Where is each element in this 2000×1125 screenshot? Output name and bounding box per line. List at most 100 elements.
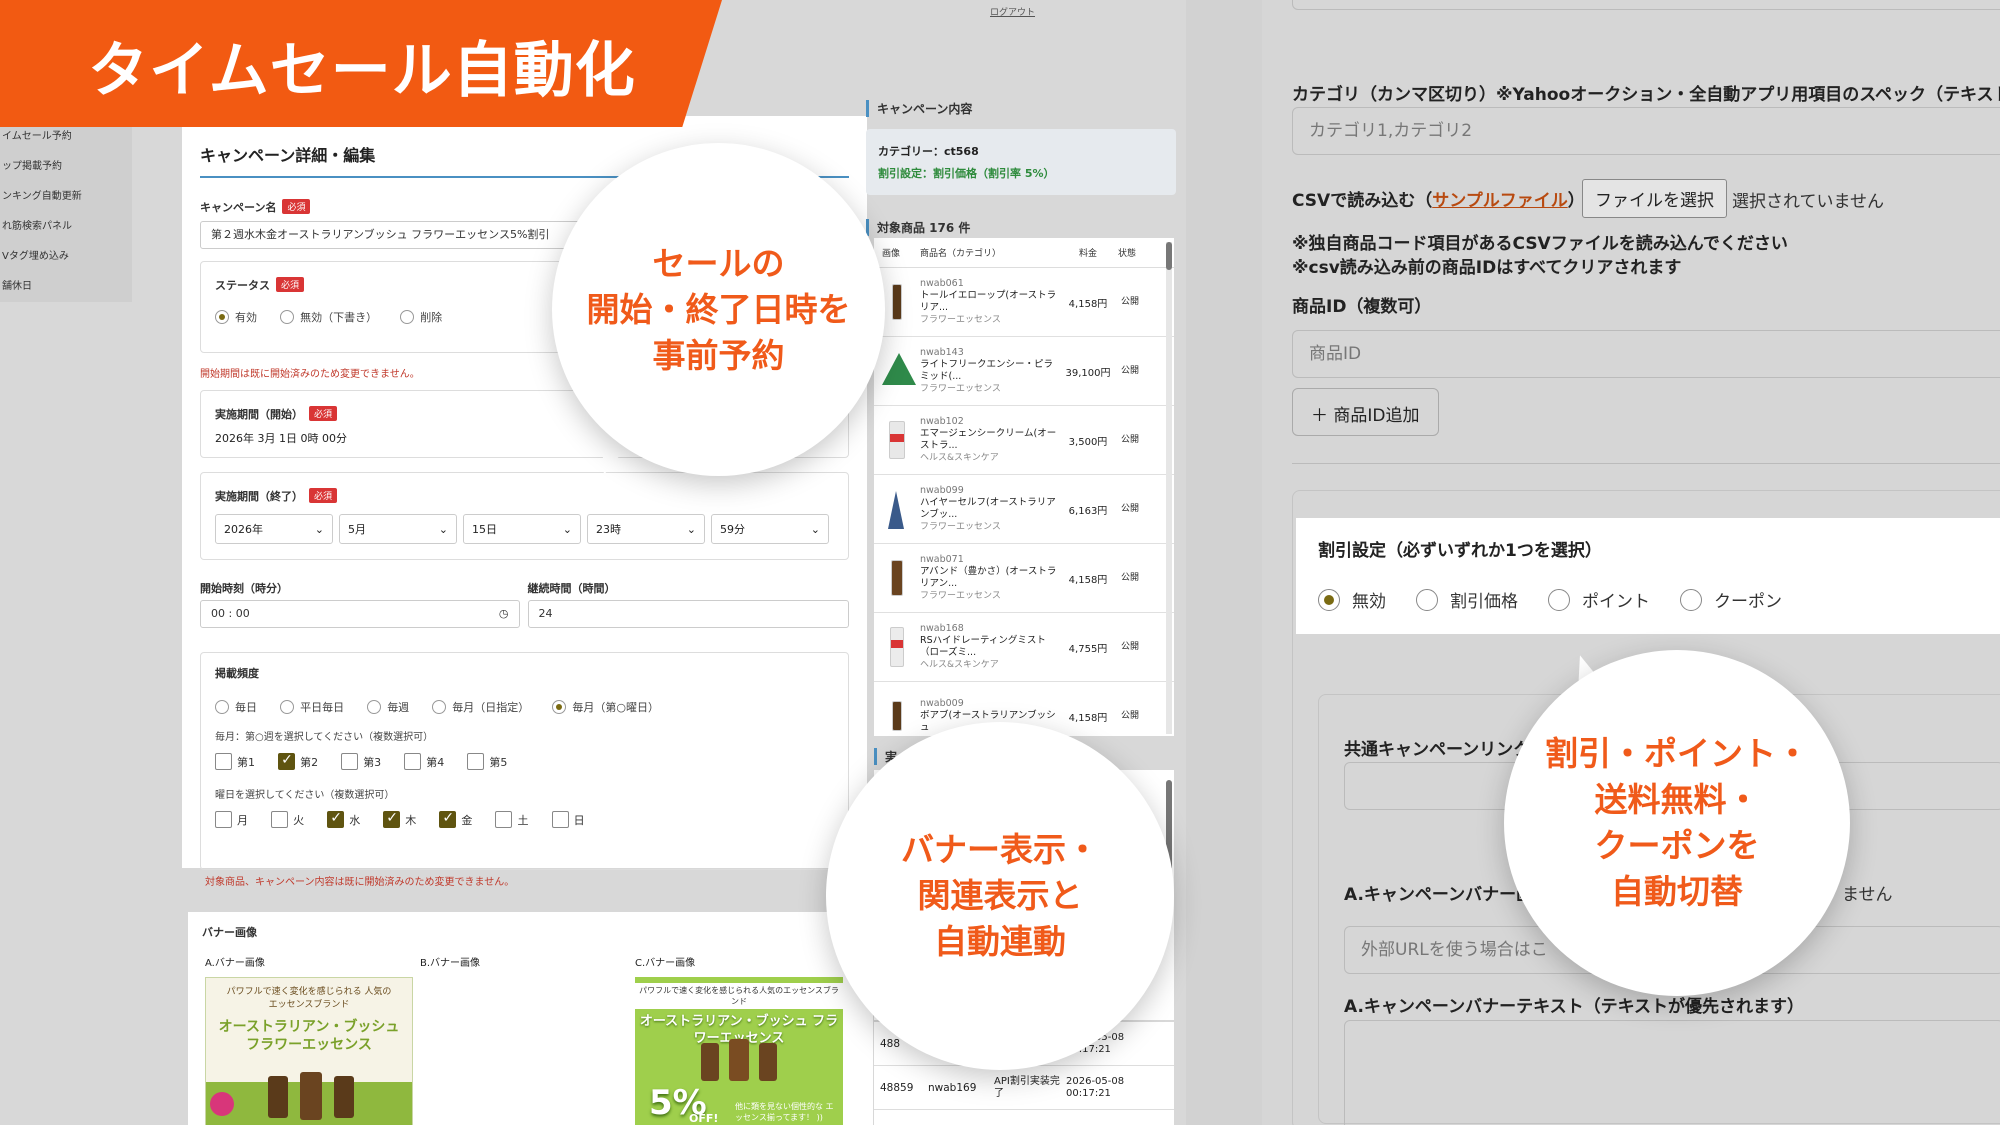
discount-radio-coupon[interactable]: クーポン [1680, 587, 1782, 612]
product-thumbnail[interactable] [874, 479, 920, 539]
day-checkbox-sun[interactable]: 日 [551, 811, 585, 828]
banner-c-name: C.バナー画像 [635, 958, 696, 969]
discount-radio-price[interactable]: 割引価格 [1416, 587, 1518, 612]
product-thumbnail[interactable] [874, 548, 920, 608]
common-link-label: 共通キャンペーンリンクU [1344, 740, 1544, 760]
radio-circle [1318, 588, 1340, 611]
callout-bubble-banner: バナー表示・ 関連表示と 自動連動 [826, 722, 1174, 1070]
bubble-line: セールの [652, 243, 785, 283]
csv-note-2: ※csv読み込み前の商品IDはすべてクリアされます [1292, 258, 1682, 278]
product-price-cell: 4,158円 [1068, 712, 1108, 724]
day-checkbox-mon[interactable]: 月 [215, 811, 248, 828]
category-input[interactable]: カテゴリ1,カテゴリ2 [1292, 107, 2000, 155]
side-nav-item[interactable]: れ筋検索パネル [0, 212, 132, 242]
freq-radio-weekly[interactable]: 毎週 [367, 699, 409, 715]
week-checkbox-1[interactable]: 第1 [215, 753, 255, 770]
banner-text-label: A.キャンペーンバナーテキスト（テキストが優先されます） [1344, 997, 1805, 1017]
day-checkbox-tue[interactable]: 火 [271, 811, 304, 828]
end-year-select[interactable]: 2026年 ⌄ [215, 514, 333, 544]
product-thumbnail[interactable] [874, 686, 920, 736]
freq-radio-monthly-weekday[interactable]: 毎月（第○曜日） [552, 699, 659, 715]
product-id-input[interactable]: 商品ID [1292, 330, 2000, 378]
side-nav-item[interactable]: 舗休日 [0, 272, 132, 302]
banner-a-title: オーストラリアン・ブッシュ フラワーエッセンス [218, 1019, 400, 1053]
start-time-input[interactable]: 00 : 00 ◷ [200, 600, 520, 628]
radio-circle [215, 310, 229, 324]
banner-a-name: A.バナー画像 [205, 958, 265, 969]
freq-radio-daily[interactable]: 毎日 [215, 699, 257, 715]
product-name-cell: nwab099 ハイヤーセルフ(オーストラリアンブッ... フラワーエッセンス [920, 485, 1056, 532]
page-title: タイムセール自動化 [88, 36, 636, 106]
product-table-header: 画像 商品名（カテゴリ） 料金 状態 [874, 238, 1174, 268]
product-price-cell: 4,755円 [1068, 643, 1108, 655]
discount-radio-none[interactable]: 無効 [1318, 587, 1386, 612]
end-month-select[interactable]: 5月 ⌄ [339, 514, 457, 544]
side-nav: イムセール予約 ップ掲載予約 ンキング自動更新 れ筋検索パネル Vタグ埋め込み … [0, 122, 132, 302]
week-checkbox-4[interactable]: 第4 [404, 753, 444, 770]
radio-circle [280, 700, 295, 714]
day-checkbox-sat[interactable]: 土 [495, 811, 528, 828]
history-status: API割引実装完了 [994, 1075, 1060, 1099]
product-thumbnail[interactable] [874, 410, 920, 470]
duration-input[interactable]: 24 [527, 600, 849, 628]
product-status-cell: 公開 [1120, 296, 1139, 307]
week-checkbox-3[interactable]: 第3 [341, 753, 381, 770]
product-row[interactable]: nwab102 エマージェンシークリーム(オーストラ... ヘルス&スキンケア 3,… [874, 406, 1174, 475]
campaign-name-label: キャンペーン名 [200, 201, 277, 214]
banner-c-image[interactable]: パワフルで速く変化を感じられる人気のエッセンスブランド オーストラリアン・ブッシ… [635, 977, 843, 1125]
file-select-button[interactable]: ファイルを選択 [1582, 179, 1727, 218]
end-day-select[interactable]: 15日 ⌄ [463, 514, 581, 544]
chevron-down-icon: ⌄ [686, 522, 696, 536]
bottle-icon [729, 1039, 749, 1081]
status-radio-delete[interactable]: 削除 [400, 309, 442, 325]
product-row[interactable]: nwab099 ハイヤーセルフ(オーストラリアンブッ... フラワーエッセンス 6,… [874, 475, 1174, 544]
product-thumbnail[interactable] [874, 341, 920, 401]
side-nav-item[interactable]: Vタグ埋め込み [0, 242, 132, 272]
freq-radio-weekdays[interactable]: 平日毎日 [280, 699, 344, 715]
status-label: ステータス [215, 279, 270, 292]
day-checkbox-thu[interactable]: 木 [383, 810, 416, 828]
status-radio-active[interactable]: 有効 [215, 309, 257, 325]
bubble-line: 送料無料・ [1594, 780, 1760, 819]
radio-circle [367, 700, 382, 714]
freq-radio-monthly-date[interactable]: 毎月（日指定） [432, 699, 529, 715]
product-status-cell: 公開 [1120, 503, 1139, 514]
product-price-cell: 4,158円 [1068, 574, 1108, 586]
banner-c-subtitle: パワフルで速く変化を感じられる人気のエッセンスブランド [635, 983, 843, 1009]
discount-radio-point[interactable]: ポイント [1548, 587, 1650, 612]
product-row[interactable]: nwab061 トールイエローップ(オーストラリア... フラワーエッセンス 4,1… [874, 268, 1174, 337]
end-minute-select[interactable]: 59分 ⌄ [711, 514, 829, 544]
campaign-content-box: カテゴリー：ct568 割引設定：割引価格（割引率 5%） [866, 129, 1176, 195]
product-row[interactable]: nwab071 アバンド（豊かさ）(オーストラリアン... フラワーエッセンス 4,… [874, 544, 1174, 613]
banner-text-area[interactable] [1344, 1020, 2000, 1125]
sample-file-link[interactable]: サンプルファイル [1432, 191, 1568, 211]
product-status-cell: 公開 [1120, 434, 1139, 445]
csv-note-1: ※独自商品コード項目があるCSVファイルを読み込んでください [1292, 234, 1788, 254]
day-checkbox-wed[interactable]: 水 [327, 810, 360, 828]
product-status-cell: 公開 [1120, 641, 1139, 652]
product-row[interactable]: nwab168 RSハイドレーティングミスト（ローズミ... ヘルス&スキンケア 4… [874, 613, 1174, 682]
banner-label: バナー画像 [202, 926, 257, 939]
frequency-box: 掲載頻度 毎日 平日毎日 毎週 毎月（日指定） 毎月（第○曜日） 毎月：第○週を… [200, 652, 849, 870]
required-badge: 必須 [276, 277, 305, 292]
logout-link[interactable]: ログアウト [990, 5, 1035, 18]
add-product-id-button[interactable]: ＋ 商品ID追加 [1292, 388, 1439, 436]
start-period-label: 実施期間（開始） [215, 408, 303, 421]
status-radio-draft[interactable]: 無効（下書き） [280, 309, 377, 325]
end-hour-select[interactable]: 23時 ⌄ [587, 514, 705, 544]
side-nav-item[interactable]: ップ掲載予約 [0, 152, 132, 182]
category-label: カテゴリ（カンマ区切り）※Yahooオークション・全自動アプリ用項目のスペック（… [1292, 85, 2000, 105]
scrollbar-thumb[interactable] [1166, 242, 1172, 270]
banner-c-note: 他に類を見ない個性的な エッセンス揃ってます！ )) [735, 1102, 834, 1122]
product-thumbnail[interactable] [874, 617, 920, 677]
banner-card: バナー画像 A.バナー画像 B.バナー画像 C.バナー画像 パワフルで速く変化を… [188, 912, 873, 1125]
day-checkbox-fri[interactable]: 金 [439, 810, 472, 828]
radio-circle [215, 700, 229, 714]
side-nav-item[interactable]: ンキング自動更新 [0, 182, 132, 212]
product-table-scrollbar[interactable] [1166, 242, 1172, 734]
week-checkbox-2[interactable]: 第2 [278, 752, 318, 770]
product-row[interactable]: nwab143 ライトフリークエンシー・ピラミッド(... フラワーエッセンス 39… [874, 337, 1174, 406]
history-row: 48859 nwab169 API割引実装完了 2026-05-08 00:17… [874, 1066, 1174, 1110]
week-checkbox-5[interactable]: 第5 [467, 753, 507, 770]
banner-a-image[interactable]: パワフルで速く変化を感じられる 人気のエッセンスブランド オーストラリアン・ブッ… [205, 977, 413, 1125]
